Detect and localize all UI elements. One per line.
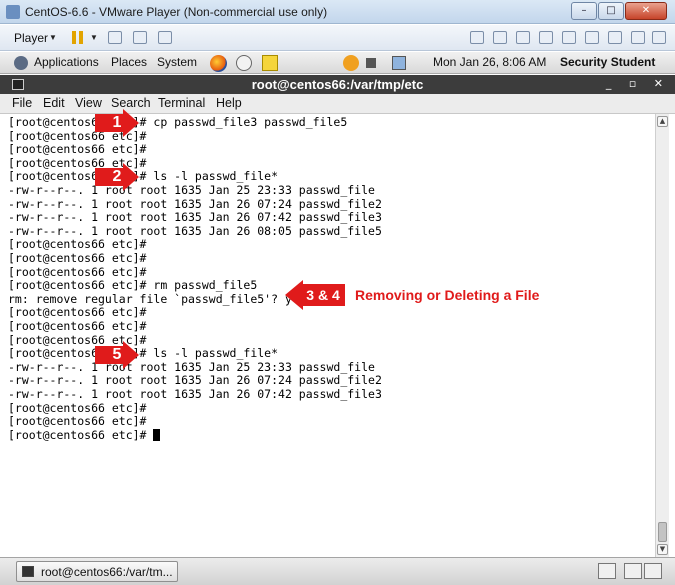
taskbar-terminal-button[interactable]: root@centos66:/var/tm... xyxy=(16,561,178,582)
terminal-line: [root@centos66 etc]# xyxy=(8,251,147,265)
terminal-line: [root@centos66 etc]# cp passwd_file3 pas… xyxy=(8,115,348,129)
vmware-toolbar: Player ▼ ▼ xyxy=(0,25,675,51)
display-icon[interactable] xyxy=(631,31,645,44)
terminal-line: -rw-r--r--. 1 root root 1635 Jan 26 08:0… xyxy=(8,223,382,238)
scrollbar-thumb[interactable] xyxy=(658,522,667,542)
message-icon[interactable] xyxy=(652,31,666,44)
usb-icon[interactable] xyxy=(608,31,622,44)
maximize-button[interactable]: □ xyxy=(598,2,624,20)
floppy-icon[interactable] xyxy=(516,31,530,44)
show-desktop-icon[interactable] xyxy=(598,563,616,579)
volume-icon[interactable] xyxy=(366,58,376,68)
text-editor-icon[interactable] xyxy=(262,55,278,71)
vmware-window-controls: – □ ✕ xyxy=(570,2,667,20)
step-1-number: 1 xyxy=(112,114,122,131)
chevron-down-icon[interactable]: ▼ xyxy=(90,33,98,42)
menu-search[interactable]: Search xyxy=(111,96,151,110)
terminal-line: -rw-r--r--. 1 root root 1635 Jan 26 07:4… xyxy=(8,210,382,225)
step-2-number: 2 xyxy=(112,168,122,185)
terminal-line: [root@centos66 etc]# xyxy=(8,264,147,279)
user-menu[interactable]: Security Student xyxy=(560,55,655,69)
sound-icon[interactable] xyxy=(585,31,599,44)
terminal-minimize-button[interactable]: _ xyxy=(606,77,612,90)
vmware-titlebar: CentOS-6.6 - VMware Player (Non-commerci… xyxy=(0,0,675,24)
terminal-prompt-line: [root@centos66 etc]# xyxy=(8,427,161,442)
mail-icon[interactable] xyxy=(236,55,252,71)
updates-icon[interactable] xyxy=(343,55,359,71)
terminal-maximize-button[interactable]: ▫ xyxy=(629,77,636,90)
terminal-line: [root@centos66 etc]# xyxy=(8,400,147,415)
fullscreen-icon[interactable] xyxy=(133,31,147,44)
vmware-app-icon xyxy=(6,5,20,19)
scroll-down-icon[interactable]: ▼ xyxy=(657,544,668,555)
places-menu[interactable]: Places xyxy=(111,55,147,69)
terminal-line: -rw-r--r--. 1 root root 1635 Jan 26 07:4… xyxy=(8,387,382,401)
network-status-icon[interactable] xyxy=(392,56,406,70)
chevron-down-icon[interactable]: ▼ xyxy=(49,33,57,42)
firefox-icon[interactable] xyxy=(210,55,227,72)
terminal-line: -rw-r--r--. 1 root root 1635 Jan 26 07:2… xyxy=(8,373,382,388)
terminal-icon xyxy=(22,566,34,577)
vmware-title: CentOS-6.6 - VMware Player (Non-commerci… xyxy=(25,5,328,19)
terminal-titlebar: root@centos66:/var/tmp/etc _ ▫ ✕ xyxy=(0,75,675,94)
terminal-prompt: [root@centos66 etc]# xyxy=(8,427,154,442)
applications-menu[interactable]: Applications xyxy=(34,55,99,69)
gnome-bottom-panel: root@centos66:/var/tm... xyxy=(0,557,675,585)
taskbar-terminal-label: root@centos66:/var/tm... xyxy=(41,565,173,579)
menu-edit[interactable]: Edit xyxy=(43,96,65,110)
terminal-close-button[interactable]: ✕ xyxy=(654,77,663,90)
scroll-up-icon[interactable]: ▲ xyxy=(657,116,668,127)
terminal-scrollbar[interactable]: ▲ ▼ xyxy=(655,114,669,557)
close-button[interactable]: ✕ xyxy=(625,2,667,20)
terminal-line: rm: remove regular file `passwd_file5'? … xyxy=(8,291,292,306)
terminal-line: -rw-r--r--. 1 root root 1635 Jan 25 23:3… xyxy=(8,183,375,197)
player-menu-button[interactable]: Player xyxy=(14,31,48,45)
cd-icon[interactable] xyxy=(493,31,507,44)
gnome-foot-icon xyxy=(14,56,28,70)
step-3-4-arrow: 3 & 4 xyxy=(285,280,345,310)
terminal-line: [root@centos66 etc]# ls -l passwd_file* xyxy=(8,169,279,184)
annotation-caption: Removing or Deleting a File xyxy=(355,287,540,303)
gnome-top-panel: Applications Places System Mon Jan 26, 8… xyxy=(0,52,675,74)
terminal-line: [root@centos66 etc]# xyxy=(8,237,147,252)
workspace-switcher-icon[interactable] xyxy=(624,563,642,579)
menu-help[interactable]: Help xyxy=(216,96,242,110)
clock[interactable]: Mon Jan 26, 8:06 AM xyxy=(433,55,546,69)
terminal-menubar: File Edit View Search Terminal Help xyxy=(0,94,675,114)
terminal-title: root@centos66:/var/tmp/etc xyxy=(251,77,424,92)
network-adapter-icon[interactable] xyxy=(539,31,553,44)
menu-view[interactable]: View xyxy=(75,96,102,110)
terminal-line: -rw-r--r--. 1 root root 1635 Jan 26 07:2… xyxy=(8,196,382,211)
menu-terminal[interactable]: Terminal xyxy=(158,96,205,110)
terminal-line: [root@centos66 etc]# xyxy=(8,305,147,320)
terminal-line: -rw-r--r--. 1 root root 1635 Jan 25 23:3… xyxy=(8,359,375,374)
menu-file[interactable]: File xyxy=(12,96,32,110)
system-menu[interactable]: System xyxy=(157,55,197,69)
terminal-window-controls: _ ▫ ✕ xyxy=(592,77,663,90)
network-icon[interactable] xyxy=(108,31,122,44)
step-5-number: 5 xyxy=(112,346,122,363)
terminal-cursor xyxy=(153,428,161,441)
minimize-button[interactable]: – xyxy=(571,2,597,20)
printer-icon[interactable] xyxy=(562,31,576,44)
terminal-line: [root@centos66 etc]# rm passwd_file5 xyxy=(8,278,258,293)
pause-icon[interactable] xyxy=(72,31,84,44)
terminal-line: [root@centos66 etc]# xyxy=(8,319,147,333)
terminal-line: [root@centos66 etc]# ls -l passwd_file* xyxy=(8,346,279,361)
terminal-line: [root@centos66 etc]# xyxy=(8,414,147,429)
trash-icon[interactable] xyxy=(644,563,662,579)
unity-icon[interactable] xyxy=(158,31,172,44)
step-3-4-number: 3 & 4 xyxy=(306,287,340,303)
terminal-line: [root@centos66 etc]# xyxy=(8,142,147,157)
device-icon[interactable] xyxy=(470,31,484,44)
